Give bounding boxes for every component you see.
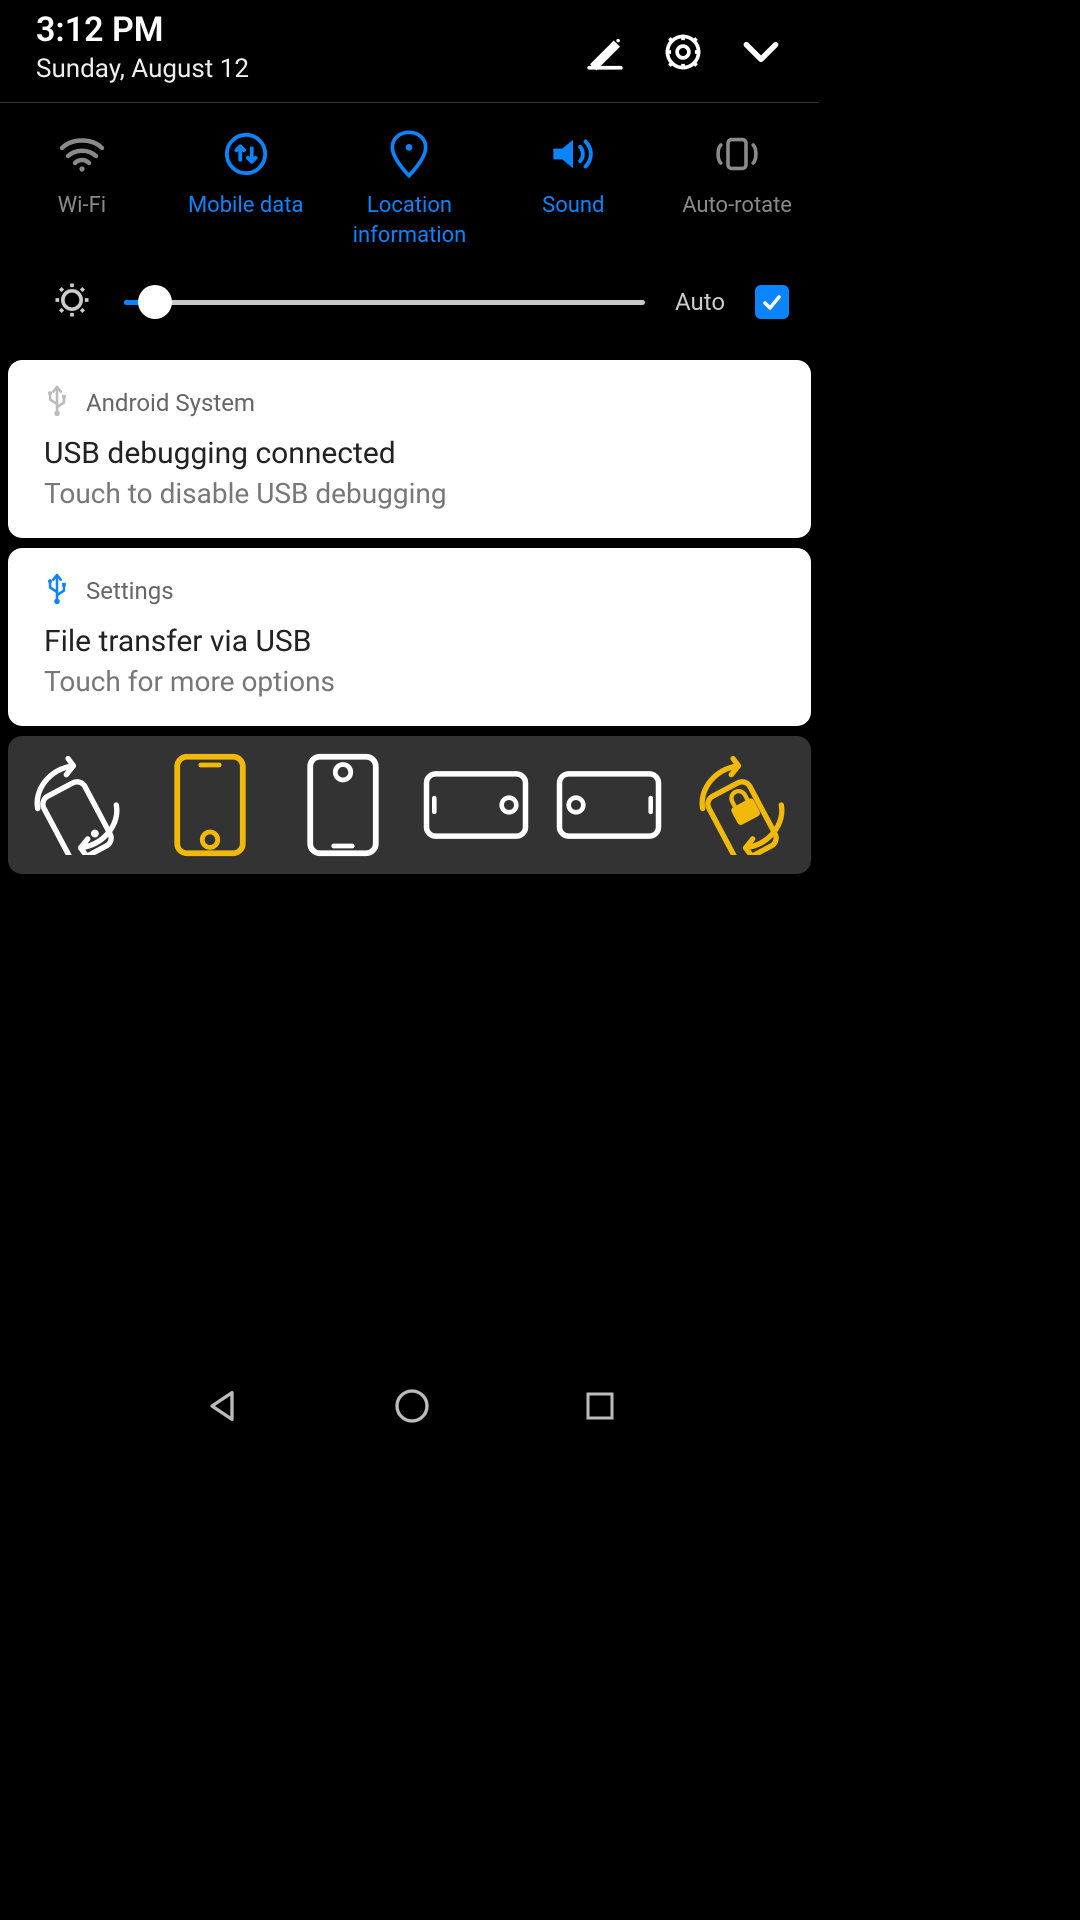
auto-rotate-icon	[710, 131, 764, 177]
qs-label: Location information	[328, 191, 492, 250]
header-actions	[583, 30, 783, 74]
clock-date: Sunday, August 12	[36, 54, 249, 84]
qs-tile-mobile-data[interactable]: Mobile data	[164, 131, 328, 221]
usb-icon	[44, 384, 70, 422]
qs-label: Wi-Fi	[58, 191, 106, 221]
collapse-icon[interactable]	[739, 30, 783, 74]
landscape-right-icon[interactable]	[421, 750, 531, 860]
location-icon	[389, 131, 429, 177]
header-time-date: 3:12 PM Sunday, August 12	[36, 10, 249, 84]
edit-icon[interactable]	[583, 30, 627, 74]
portrait-up-icon[interactable]	[155, 750, 265, 860]
portrait-down-icon[interactable]	[288, 750, 398, 860]
landscape-left-icon[interactable]	[554, 750, 664, 860]
brightness-icon	[50, 278, 94, 326]
notification-header: Settings	[44, 572, 775, 610]
notification-card[interactable]: Settings File transfer via USB Touch for…	[8, 548, 811, 726]
notification-title: File transfer via USB	[44, 624, 775, 659]
back-button[interactable]	[202, 1386, 242, 1430]
home-button[interactable]	[392, 1386, 432, 1430]
notification-card[interactable]: Android System USB debugging connected T…	[8, 360, 811, 538]
recents-button[interactable]	[582, 1388, 618, 1428]
quick-settings-row: Wi-Fi Mobile data Location information	[0, 103, 819, 268]
orientation-bar	[8, 736, 811, 874]
notification-subtitle: Touch for more options	[44, 665, 775, 698]
sound-icon	[548, 131, 598, 177]
notification-title: USB debugging connected	[44, 436, 775, 471]
qs-label: Sound	[542, 191, 604, 221]
brightness-slider[interactable]	[124, 282, 645, 322]
notification-app: Settings	[86, 577, 174, 605]
rotate-lock-icon[interactable]	[687, 750, 797, 860]
status-header: 3:12 PM Sunday, August 12	[0, 0, 819, 103]
qs-tile-wifi[interactable]: Wi-Fi	[0, 131, 164, 221]
usb-icon	[44, 572, 70, 610]
auto-brightness-checkbox[interactable]	[755, 285, 789, 319]
qs-label: Mobile data	[188, 191, 303, 221]
mobile-data-icon	[223, 131, 269, 177]
qs-tile-sound[interactable]: Sound	[491, 131, 655, 221]
qs-tile-location[interactable]: Location information	[328, 131, 492, 250]
notification-subtitle: Touch to disable USB debugging	[44, 477, 775, 510]
qs-label: Auto-rotate	[682, 191, 792, 221]
notification-header: Android System	[44, 384, 775, 422]
settings-icon[interactable]	[661, 30, 705, 74]
clock-time: 3:12 PM	[36, 10, 249, 50]
qs-tile-auto-rotate[interactable]: Auto-rotate	[655, 131, 819, 221]
slider-thumb[interactable]	[138, 285, 172, 319]
wifi-icon	[57, 131, 107, 177]
rotate-auto-icon[interactable]	[22, 750, 132, 860]
navigation-bar	[0, 1360, 819, 1456]
slider-track	[124, 300, 645, 305]
notification-app: Android System	[86, 389, 255, 417]
brightness-row: Auto	[0, 268, 819, 356]
auto-brightness-label: Auto	[675, 288, 725, 316]
